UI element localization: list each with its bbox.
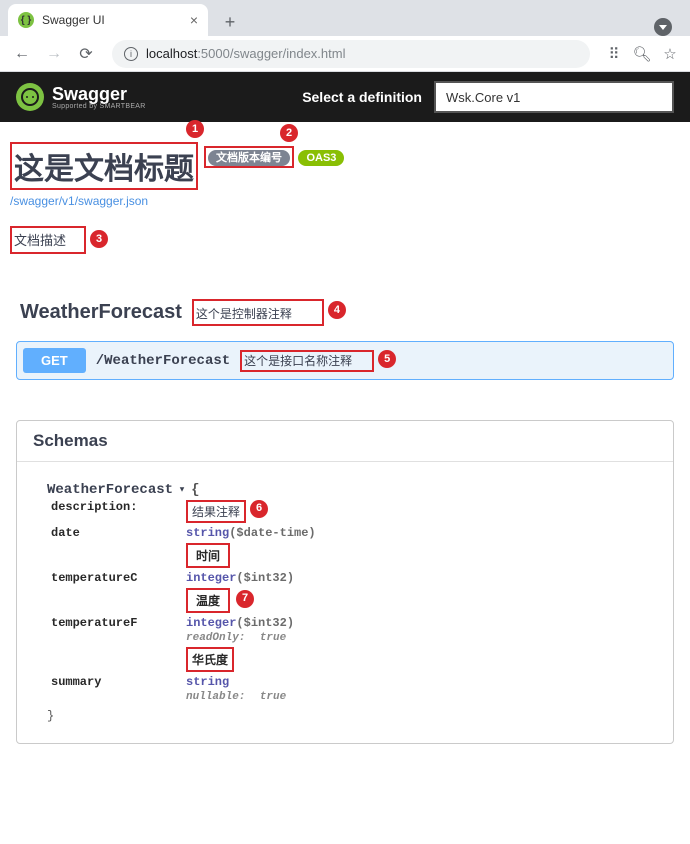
swagger-logo[interactable]: Swagger Supported by SMARTBEAR xyxy=(16,83,146,111)
prop-tempf-desc: 华氏度 xyxy=(192,654,228,668)
operation-summary: 这个是接口名称注释 xyxy=(244,354,352,368)
schemas-section: Schemas WeatherForecast ▾ { description:… xyxy=(16,420,674,744)
prop-date-format: ($date-time) xyxy=(229,526,315,540)
callout-7: 7 xyxy=(236,590,254,608)
http-method-badge: GET xyxy=(23,348,86,373)
url-text: localhost:5000/swagger/index.html xyxy=(146,46,345,61)
open-brace: { xyxy=(191,482,199,498)
prop-tempf-name: temperatureF xyxy=(51,616,186,672)
reload-button[interactable]: ⟳ xyxy=(72,40,100,68)
prop-tempc-format: ($int32) xyxy=(236,571,294,585)
schemas-body: WeatherForecast ▾ { description: 结果注释 6 … xyxy=(17,462,673,743)
version-badge: 文档版本编号 xyxy=(208,150,290,166)
oas-badge: OAS3 xyxy=(298,150,344,166)
operation-block[interactable]: GET /WeatherForecast 这个是接口名称注释 5 xyxy=(16,341,674,380)
prop-summary-type: string xyxy=(186,675,229,689)
new-tab-button[interactable]: + xyxy=(216,8,244,36)
callout-6: 6 xyxy=(250,500,268,518)
prop-summary-nullable-value: true xyxy=(260,691,286,703)
translate-icon[interactable]: ⠿ xyxy=(602,42,626,66)
tag-name: WeatherForecast xyxy=(20,301,182,324)
browser-toolbar: ← → ⟳ i localhost:5000/swagger/index.htm… xyxy=(0,36,690,72)
prop-tempc-name: temperatureC xyxy=(51,571,186,613)
prop-summary-nullable-label: nullable: xyxy=(186,691,245,703)
definition-select[interactable]: Wsk.Core v1 xyxy=(434,81,674,113)
swagger-content: 1 这是文档标题 2 文档版本编号 OAS3 /swagger/v1/swagg… xyxy=(0,122,690,844)
site-info-icon[interactable]: i xyxy=(124,47,138,61)
prop-tempc-type: integer xyxy=(186,571,236,585)
prop-tempf-format: ($int32) xyxy=(236,616,294,630)
prop-date-desc: 时间 xyxy=(196,550,220,564)
operation-path: /WeatherForecast xyxy=(96,353,230,369)
schema-description: 结果注释 xyxy=(192,506,240,520)
callout-3: 3 xyxy=(90,230,108,248)
back-button[interactable]: ← xyxy=(8,40,36,68)
browser-tab-strip: { } Swagger UI × + xyxy=(0,0,690,36)
swagger-favicon-icon: { } xyxy=(18,12,34,28)
swagger-json-link[interactable]: /swagger/v1/swagger.json xyxy=(10,194,148,208)
chevron-down-icon[interactable]: ▾ xyxy=(179,484,185,496)
prop-summary-name: summary xyxy=(51,675,186,703)
prop-date-name: date xyxy=(51,526,186,568)
definition-label: Select a definition xyxy=(302,89,422,105)
schemas-header[interactable]: Schemas xyxy=(17,421,673,462)
swagger-logo-icon xyxy=(16,83,44,111)
callout-4: 4 xyxy=(328,301,346,319)
description-label: description: xyxy=(51,500,186,523)
model-title-row[interactable]: WeatherForecast ▾ { xyxy=(47,482,643,498)
bookmark-star-icon[interactable]: ☆ xyxy=(658,42,682,66)
close-brace: } xyxy=(47,709,643,723)
swagger-brand: Swagger xyxy=(52,85,146,103)
tag-header[interactable]: WeatherForecast 这个是控制器注释 4 xyxy=(10,299,680,326)
prop-date-type: string xyxy=(186,526,229,540)
callout-5: 5 xyxy=(378,350,396,368)
swagger-topbar: Swagger Supported by SMARTBEAR Select a … xyxy=(0,72,690,122)
doc-title: 这是文档标题 xyxy=(14,144,194,188)
doc-description: 文档描述 xyxy=(14,230,66,249)
callout-1: 1 xyxy=(186,120,204,138)
address-bar[interactable]: i localhost:5000/swagger/index.html xyxy=(112,40,590,68)
tag-description: 这个是控制器注释 xyxy=(196,307,292,321)
prop-tempc-desc: 温度 xyxy=(196,595,220,609)
browser-tab[interactable]: { } Swagger UI × xyxy=(8,4,208,36)
tab-title: Swagger UI xyxy=(42,13,105,27)
model-name: WeatherForecast xyxy=(47,482,173,498)
prop-tempf-readonly-label: readOnly: xyxy=(186,632,245,644)
swagger-brand-sub: Supported by SMARTBEAR xyxy=(52,103,146,110)
prop-tempf-type: integer xyxy=(186,616,236,630)
search-icon[interactable]: 🔍︎ xyxy=(630,42,654,66)
tab-menu-icon[interactable] xyxy=(654,18,672,36)
forward-button[interactable]: → xyxy=(40,40,68,68)
prop-tempf-readonly-value: true xyxy=(260,632,286,644)
close-tab-icon[interactable]: × xyxy=(190,12,198,28)
callout-2: 2 xyxy=(280,124,298,142)
